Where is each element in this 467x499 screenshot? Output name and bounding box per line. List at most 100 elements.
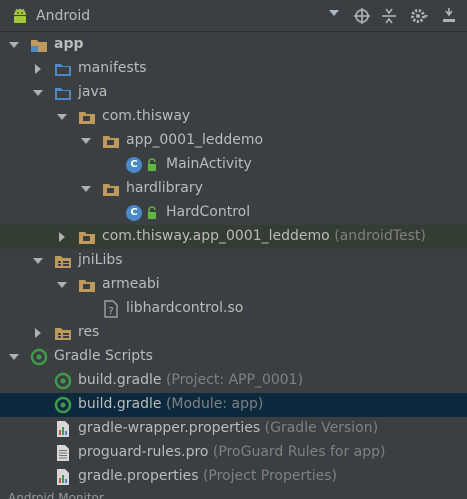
tree-item-label: java [78,84,107,100]
properties-file-icon [57,421,69,437]
expand-arrow-right-icon[interactable] [56,231,68,243]
tree-item-name: libhardcontrol.so [126,300,244,316]
project-toolbar: Android [0,0,467,32]
tree-item-name: HardControl [166,204,251,220]
tree-item-name: MainActivity [166,156,252,172]
tree-row[interactable]: app_0001_leddemo [0,129,467,153]
tree-item-label: MainActivity [166,156,252,172]
tree-item-name: gradle-wrapper.properties [78,420,261,436]
gradle-scripts-icon [30,348,48,366]
tree-item-hint: (Project: APP_0001) [165,372,304,388]
text-file-icon [57,445,69,461]
expand-arrow-down-icon[interactable] [80,183,92,195]
target-icon[interactable] [352,6,372,26]
dropdown-caret-icon[interactable] [329,10,339,16]
tree-row[interactable]: gradle.properties (Project Properties) [0,465,467,489]
package-folder-icon [79,232,95,244]
tree-row[interactable]: C HardControl [0,201,467,225]
package-folder-icon [103,136,119,148]
svg-text:?: ? [108,306,113,317]
tree-row[interactable]: app [0,33,467,57]
expand-arrow-down-icon[interactable] [80,135,92,147]
expand-arrow-down-icon[interactable] [56,111,68,123]
tree-row[interactable]: hardlibrary [0,177,467,201]
tree-item-name: build.gradle [78,396,162,412]
tree-item-hint: (androidTest) [334,228,426,244]
gradle-file-icon [54,372,72,390]
bottom-panel-label[interactable]: Android Monitor [8,491,104,499]
tree-row[interactable]: jniLibs [0,249,467,273]
expand-arrow-down-icon[interactable] [8,39,20,51]
tree-item-label: gradle.properties (Project Properties) [78,468,337,484]
project-tree: app manifests java com.thisway app_0001_ledd… [0,33,467,499]
module-folder-icon [31,40,47,52]
expand-arrow-right-icon[interactable] [32,327,44,339]
package-folder-icon [79,112,95,124]
tree-row[interactable]: manifests [0,57,467,81]
expand-arrow-down-icon[interactable] [8,351,20,363]
tree-row[interactable]: com.thisway [0,105,467,129]
gradle-file-icon [54,396,72,414]
expand-arrow-down-icon[interactable] [56,279,68,291]
tree-row[interactable]: res [0,321,467,345]
tree-item-name: Gradle Scripts [54,348,153,364]
tree-item-name: build.gradle [78,372,162,388]
tree-item-label: manifests [78,60,147,76]
android-icon [14,8,26,23]
resource-folder-icon [55,328,71,340]
tree-item-name: proguard-rules.pro [78,444,209,460]
tree-row[interactable]: proguard-rules.pro (ProGuard Rules for a… [0,441,467,465]
collapse-all-icon[interactable] [379,6,399,26]
tree-item-label: app_0001_leddemo [126,132,263,148]
tree-item-name: jniLibs [78,252,123,268]
resource-folder-icon [55,256,71,268]
tree-item-label: proguard-rules.pro (ProGuard Rules for a… [78,444,385,460]
tree-row[interactable]: C MainActivity [0,153,467,177]
tree-row[interactable]: build.gradle (Project: APP_0001) [0,369,467,393]
tree-item-name: com.thisway [102,108,191,124]
lock-icon [148,158,156,171]
tree-row[interactable]: build.gradle (Module: app) [0,393,467,417]
expand-arrow-right-icon[interactable] [32,63,44,75]
unknown-file-icon: ? [104,300,118,318]
class-icon: C [126,205,142,221]
hide-panel-icon[interactable] [439,6,459,26]
lock-icon [148,206,156,219]
tree-item-name: java [78,84,108,100]
package-folder-icon [103,184,119,196]
tree-item-hint: (Project Properties) [202,468,337,484]
tree-item-hint: (Gradle Version) [264,420,379,436]
expand-arrow-down-icon[interactable] [32,255,44,267]
tree-row[interactable]: com.thisway.app_0001_leddemo (androidTes… [0,225,467,249]
tree-item-label: Gradle Scripts [54,348,153,364]
tree-item-name: app [54,36,84,52]
package-folder-icon [79,280,95,292]
tree-item-label: res [78,324,99,340]
tree-item-name: manifests [78,60,147,76]
tree-item-label: libhardcontrol.so [126,300,243,316]
tree-row[interactable]: Gradle Scripts [0,345,467,369]
tree-row[interactable]: ? libhardcontrol.so [0,297,467,321]
expand-arrow-down-icon[interactable] [32,87,44,99]
view-selector-label[interactable]: Android [36,8,90,24]
tree-item-label: com.thisway [102,108,190,124]
folder-icon [55,88,71,100]
tree-item-name: res [78,324,100,340]
gear-icon[interactable] [409,6,429,26]
tree-item-label: build.gradle (Project: APP_0001) [78,372,303,388]
tree-row[interactable]: gradle-wrapper.properties (Gradle Versio… [0,417,467,441]
tree-item-label: jniLibs [78,252,123,268]
tree-item-name: gradle.properties [78,468,199,484]
tree-item-hint: (ProGuard Rules for app) [212,444,386,460]
tree-item-name: hardlibrary [126,180,203,196]
tree-item-label: gradle-wrapper.properties (Gradle Versio… [78,420,378,436]
folder-icon [55,64,71,76]
tree-item-label: com.thisway.app_0001_leddemo (androidTes… [102,228,426,244]
tree-item-label: armeabi [102,276,160,292]
tree-item-name: app_0001_leddemo [126,132,264,148]
tree-item-name: armeabi [102,276,160,292]
tree-row[interactable]: java [0,81,467,105]
tree-item-label: app [54,36,84,52]
bottom-panel-tab[interactable]: Android Monitor [0,489,467,499]
tree-row[interactable]: armeabi [0,273,467,297]
